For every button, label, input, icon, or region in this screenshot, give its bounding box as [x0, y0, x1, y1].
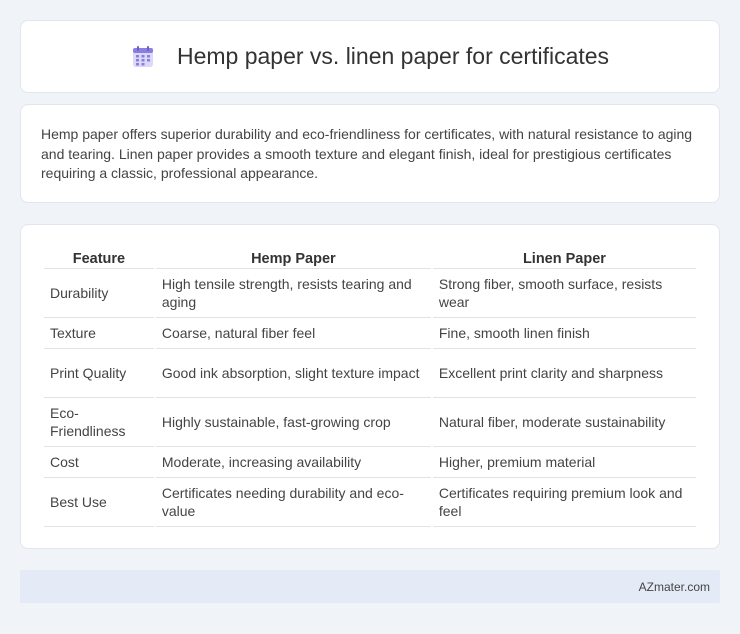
table-row: Print Quality Good ink absorption, sligh… — [44, 349, 696, 398]
column-header-feature: Feature — [44, 245, 154, 269]
column-header-hemp: Hemp Paper — [155, 245, 431, 269]
table-row: Cost Moderate, increasing availability H… — [44, 447, 696, 478]
hemp-cell: High tensile strength, resists tearing a… — [155, 269, 431, 318]
linen-cell: Higher, premium material — [432, 447, 696, 478]
feature-cell: Print Quality — [44, 349, 154, 398]
table-header-row: Feature Hemp Paper Linen Paper — [44, 245, 696, 269]
linen-cell: Certificates requiring premium look and … — [432, 478, 696, 527]
linen-cell: Fine, smooth linen finish — [432, 318, 696, 349]
linen-cell: Natural fiber, moderate sustainability — [432, 398, 696, 447]
table-row: Best Use Certificates needing durability… — [44, 478, 696, 527]
table-row: Durability High tensile strength, resist… — [44, 269, 696, 318]
linen-cell: Excellent print clarity and sharpness — [432, 349, 696, 398]
feature-cell: Durability — [44, 269, 154, 318]
hemp-cell: Moderate, increasing availability — [155, 447, 431, 478]
feature-cell: Eco-Friendliness — [44, 398, 154, 447]
linen-cell: Strong fiber, smooth surface, resists we… — [432, 269, 696, 318]
intro-card: Hemp paper offers superior durability an… — [20, 104, 720, 203]
hemp-cell: Coarse, natural fiber feel — [155, 318, 431, 349]
calendar-icon — [131, 45, 155, 69]
intro-paragraph: Hemp paper offers superior durability an… — [41, 126, 693, 181]
footer-brand[interactable]: AZmater.com — [639, 580, 710, 594]
table-row: Eco-Friendliness Highly sustainable, fas… — [44, 398, 696, 447]
footer-bar: AZmater.com — [20, 570, 720, 603]
hemp-cell: Certificates needing durability and eco-… — [155, 478, 431, 527]
feature-cell: Cost — [44, 447, 154, 478]
title-card: Hemp paper vs. linen paper for certifica… — [20, 20, 720, 93]
comparison-card: Feature Hemp Paper Linen Paper Durabilit… — [20, 224, 720, 549]
feature-cell: Best Use — [44, 478, 154, 527]
hemp-cell: Good ink absorption, slight texture impa… — [155, 349, 431, 398]
feature-cell: Texture — [44, 318, 154, 349]
column-header-linen: Linen Paper — [432, 245, 696, 269]
comparison-table: Feature Hemp Paper Linen Paper Durabilit… — [42, 245, 698, 527]
hemp-cell: Highly sustainable, fast-growing crop — [155, 398, 431, 447]
table-row: Texture Coarse, natural fiber feel Fine,… — [44, 318, 696, 349]
page-title: Hemp paper vs. linen paper for certifica… — [176, 43, 610, 69]
